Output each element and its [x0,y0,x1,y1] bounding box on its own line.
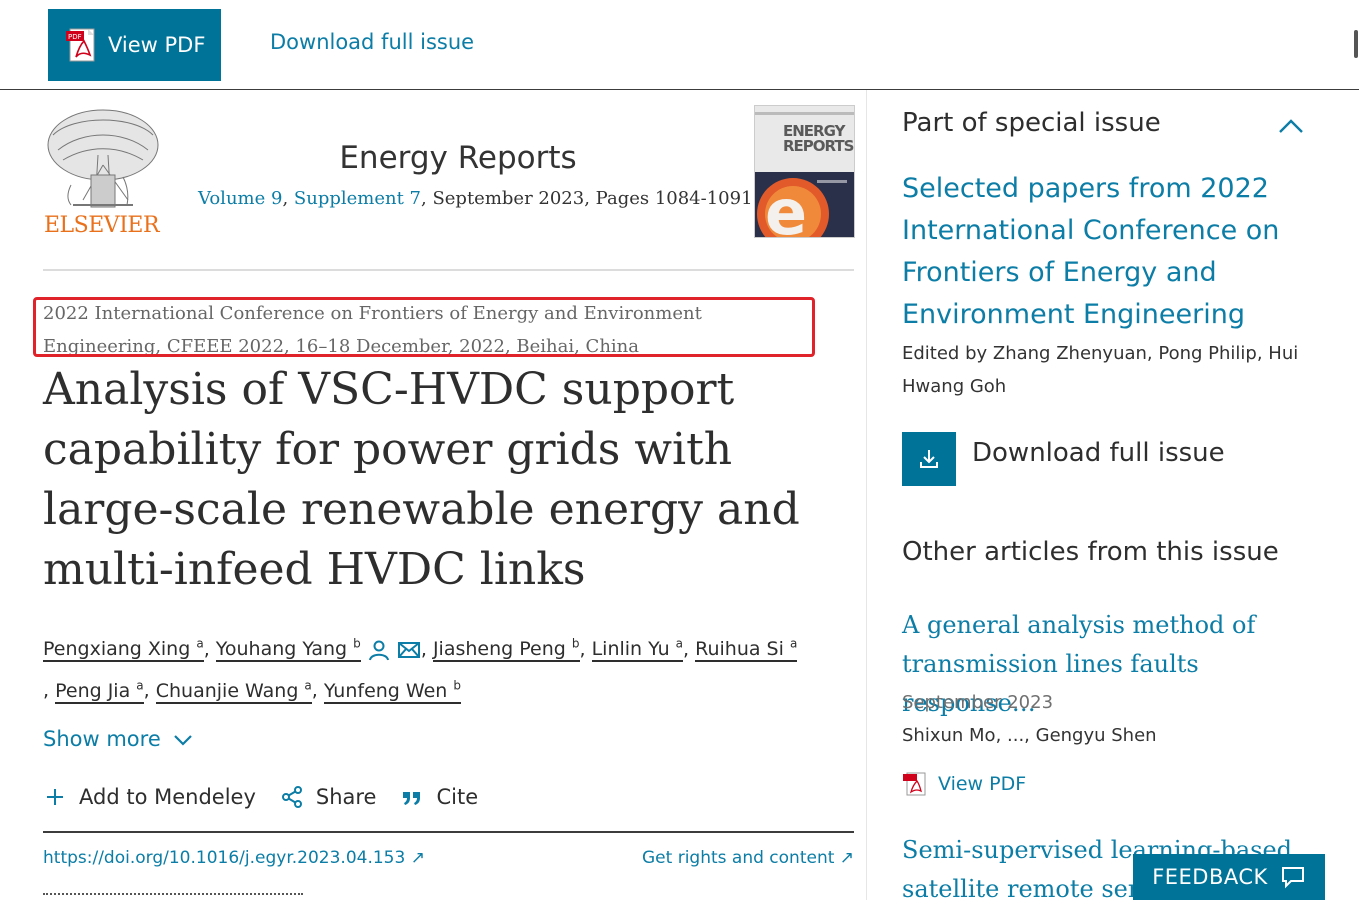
supplement-link[interactable]: Supplement 7 [294,188,421,209]
cover-title-reports: REPORTS [783,137,854,155]
author-list: Pengxiang Xing a, Youhang Yang b , Jiash… [43,626,863,709]
article-title: Analysis of VSC-HVDC support capability … [43,364,800,595]
get-rights-link[interactable]: Get rights and content ↗ [642,848,854,868]
pdf-icon [903,772,926,796]
feedback-button[interactable]: FEEDBACK [1133,854,1325,900]
show-more-button[interactable]: Show more [43,727,195,751]
edited-by: Edited by Zhang Zhenyuan, Pong Philip, H… [902,343,1299,397]
highlight-box [33,297,815,357]
chevron-up-icon[interactable] [1277,113,1305,141]
share-button[interactable]: Share [280,785,377,809]
author-link[interactable]: Ruihua Si a [695,637,798,663]
svg-text:PDF: PDF [68,33,82,41]
view-pdf-button[interactable]: PDF View PDF [48,9,221,81]
author-link[interactable]: Linlin Yu a [591,637,684,663]
date-pages: , September 2023, Pages 1084-1091 [421,188,753,209]
author-link[interactable]: Jiasheng Peng b [432,637,580,663]
pdf-icon: PDF [66,28,95,62]
doi-link[interactable]: https://doi.org/10.1016/j.egyr.2023.04.1… [43,848,425,868]
author-separator: , [43,679,56,702]
chevron-down-icon [173,735,192,746]
author-link[interactable]: Peng Jia a [55,678,144,704]
download-issue-button[interactable] [902,432,956,486]
author-link[interactable]: Yunfeng Wen b [323,678,461,704]
author-separator: , [683,638,696,661]
cite-button[interactable]: Cite [400,785,478,809]
envelope-icon[interactable] [397,638,421,662]
related-article-authors: Shixun Mo, ..., Gengyu Shen [902,725,1157,746]
author-link[interactable]: Chuanjie Wang a [155,678,312,704]
author-separator: , [203,638,216,661]
volume-line: Volume 9, Supplement 7, September 2023, … [198,188,753,209]
top-toolbar: PDF View PDF Download full issue [0,0,1359,90]
external-link-icon: ↗ [410,848,425,868]
feedback-label: FEEDBACK [1152,865,1268,889]
download-full-issue-link[interactable]: Download full issue [270,30,474,54]
share-label: Share [315,785,377,809]
elsevier-wordmark: ELSEVIER [44,213,160,238]
actions-divider [43,831,854,833]
article-actions: Add to Mendeley Share Cite [43,785,502,809]
volume-separator: , [282,188,294,209]
special-issue-header: Part of special issue [902,108,1161,138]
related-pdf-label: View PDF [938,773,1027,795]
header-divider [43,269,854,271]
author-link[interactable]: Youhang Yang b [215,637,361,663]
chat-icon [1281,867,1304,889]
share-icon [281,786,302,808]
plus-icon [47,789,63,805]
author-separator: , [311,679,324,702]
author-separator: , [143,679,156,702]
scrollbar-thumb[interactable] [1354,30,1358,58]
download-icon [920,450,938,468]
author-separator: , [579,638,592,661]
quote-icon [403,792,421,805]
person-icon[interactable] [367,638,391,662]
add-to-mendeley-button[interactable]: Add to Mendeley [43,785,256,809]
related-article-date: September 2023 [902,692,1054,713]
author-separator: , [420,638,433,661]
journal-title-link[interactable]: Energy Reports [198,140,718,176]
truncated-content [43,893,303,900]
journal-cover-image[interactable]: ENERGY REPORTS e [754,105,855,238]
related-article-pdf-link[interactable]: View PDF [902,771,1026,797]
sidebar-divider [866,90,867,900]
cite-label: Cite [436,785,479,809]
volume-link[interactable]: Volume 9 [198,188,282,209]
view-pdf-label: View PDF [108,33,206,57]
cover-letter: e [765,176,807,237]
download-issue-link[interactable]: Download full issue [972,438,1225,468]
show-more-label: Show more [43,727,161,751]
special-issue-title-link[interactable]: Selected papers from 2022 International … [902,168,1292,336]
author-link[interactable]: Pengxiang Xing a [43,637,204,663]
other-articles-header: Other articles from this issue [902,537,1279,567]
mendeley-label: Add to Mendeley [79,785,256,809]
external-link-icon: ↗ [839,848,855,868]
